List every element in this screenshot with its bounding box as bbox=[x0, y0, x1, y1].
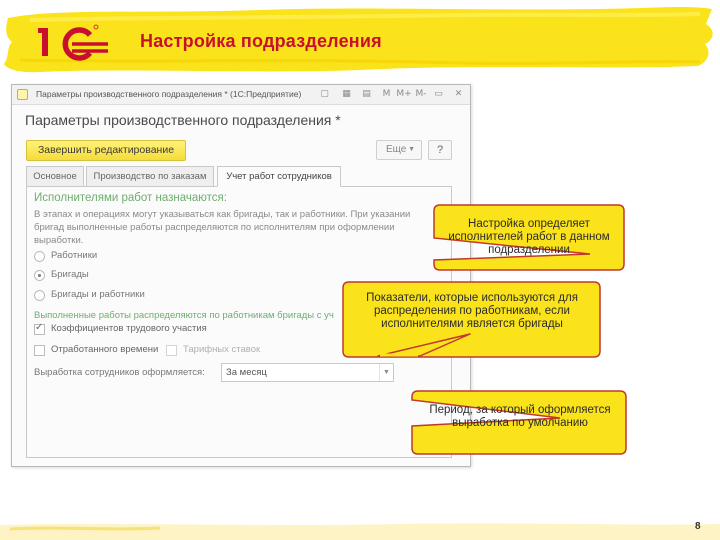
callout-layer bbox=[342, 204, 627, 455]
callout-text-1: Настройка определяет исполнителей работ … bbox=[448, 218, 610, 256]
callout-text-3: Период, за который оформляется выработка… bbox=[429, 404, 611, 429]
callout-text-2: Показатели, которые используются для рас… bbox=[366, 292, 578, 330]
page-number: 8 bbox=[695, 521, 701, 532]
footer-strip bbox=[0, 523, 720, 540]
